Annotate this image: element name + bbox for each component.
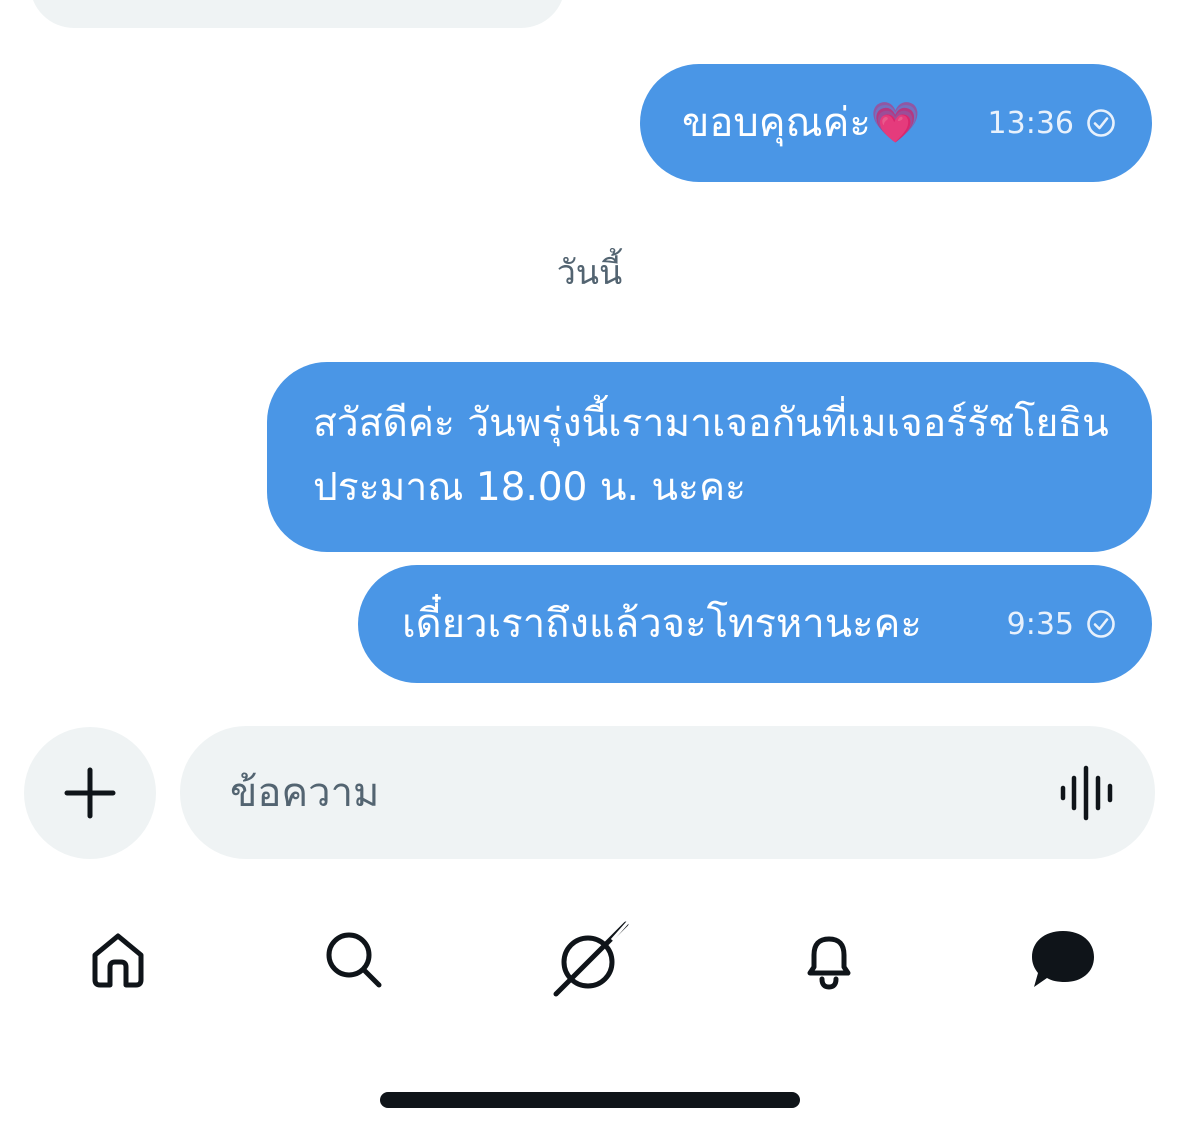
tab-messages[interactable] [1018, 915, 1108, 1005]
voice-message-button[interactable] [1059, 764, 1117, 822]
message-text: ขอบคุณค่ะ💗 [682, 100, 921, 146]
tab-grok[interactable] [545, 915, 635, 1005]
messages-icon [1032, 931, 1094, 987]
outgoing-message-bubble[interactable]: สวัสดีค่ะ วันพรุ่งนี้เรามาเจอกันที่เมเจอ… [267, 362, 1152, 552]
message-text: สวัสดีค่ะ วันพรุ่งนี้เรามาเจอกันที่เมเจอ… [313, 401, 1109, 510]
grok-icon [553, 921, 630, 997]
message-meta: 9:35 [1007, 607, 1116, 642]
read-check-icon [1087, 109, 1115, 137]
date-separator: วันนี้ [556, 253, 623, 293]
add-attachment-button[interactable] [24, 727, 156, 859]
message-time: 13:36 [987, 105, 1074, 141]
plus-icon [64, 767, 116, 819]
message-text: เดี๋ยวเราถึงแล้วจะโทรหานะคะ [402, 601, 922, 647]
message-input[interactable] [228, 768, 1059, 817]
read-check-icon [1087, 610, 1115, 638]
tab-home[interactable] [73, 915, 163, 1005]
bottom-tab-bar [0, 915, 1179, 1005]
search-icon [326, 932, 382, 988]
incoming-message-bubble-partial [30, 0, 565, 28]
outgoing-message-bubble[interactable]: ขอบคุณค่ะ💗 13:36 [640, 64, 1152, 182]
home-indicator [380, 1092, 800, 1108]
tab-notifications[interactable] [784, 915, 874, 1005]
outgoing-message-bubble[interactable]: เดี๋ยวเราถึงแล้วจะโทรหานะคะ 9:35 [358, 565, 1152, 683]
home-icon [92, 933, 144, 988]
message-meta: 13:36 [988, 106, 1116, 141]
bell-icon [807, 936, 851, 990]
message-time: 9:35 [1006, 606, 1074, 642]
message-composer [180, 726, 1155, 859]
tab-search[interactable] [309, 915, 399, 1005]
voice-waveform-icon [1060, 765, 1113, 820]
